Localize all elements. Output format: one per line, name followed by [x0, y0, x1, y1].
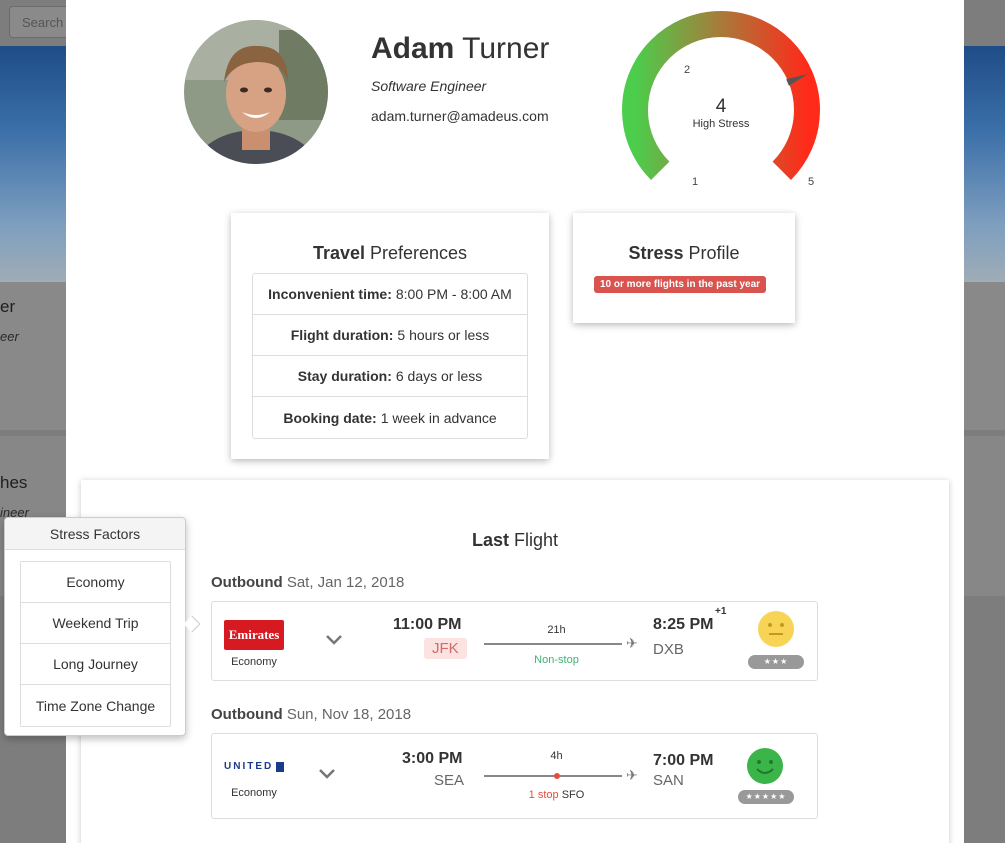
- gauge-value: 4: [715, 96, 727, 117]
- cabin-class: Economy: [231, 656, 277, 668]
- stress-profile-card: Stress Profile 10 or more flights in the…: [573, 213, 795, 323]
- departure-time: 11:00 PM: [393, 616, 462, 633]
- airline-logo: Emirates: [224, 620, 284, 650]
- title-rest: Flight: [514, 530, 559, 550]
- cabin-class: Economy: [231, 787, 277, 799]
- stress-profile-title: Stress Profile: [573, 243, 795, 264]
- plane-icon: ✈: [626, 767, 638, 783]
- stress-factor-item: Long Journey: [21, 644, 170, 685]
- profile-first-name: Adam: [371, 32, 455, 65]
- profile-name: Adam Turner: [371, 32, 549, 66]
- title-bold: Last: [471, 530, 509, 550]
- stress-rating-stars: ★★★★★: [738, 790, 794, 804]
- plane-icon: ✈: [626, 635, 638, 651]
- stress-factor-item: Weekend Trip: [21, 603, 170, 644]
- segment-header: Outbound Sun, Nov 18, 2018: [211, 706, 411, 723]
- preference-value: 1 week in advance: [380, 409, 497, 426]
- stress-factors-list: Economy Weekend Trip Long Journey Time Z…: [20, 561, 171, 727]
- stops-info: 1 stop SFO: [484, 789, 629, 801]
- travel-preferences-card: Travel Preferences Inconvenient time: 8:…: [231, 213, 549, 459]
- arrival-time: 8:25 PM: [653, 616, 714, 633]
- united-globe-icon: [276, 762, 284, 772]
- flight-row[interactable]: UNITED Economy 3:00 PM SEA 4h ✈ 1 stop S…: [211, 733, 818, 819]
- gauge-tick-label: 2: [684, 64, 691, 76]
- stress-gauge: 4 High Stress 1 2 5: [606, 10, 836, 195]
- background-card-title: er: [0, 297, 16, 316]
- arrival-airport: SAN: [653, 772, 684, 789]
- stress-rating-stars: ★★★: [748, 655, 804, 669]
- stop-airport: SFO: [561, 789, 585, 801]
- segment-date: Sat, Jan 12, 2018: [286, 574, 405, 591]
- segment-date: Sun, Nov 18, 2018: [286, 706, 412, 723]
- preference-value: 6 days or less: [395, 368, 483, 384]
- preference-label: Flight duration:: [290, 327, 394, 343]
- flight-duration: 21h: [547, 624, 566, 636]
- flight-path-line: [484, 775, 622, 777]
- segment-direction: Outbound: [211, 706, 283, 723]
- preference-row: Stay duration: 6 days or less: [253, 356, 527, 397]
- traveler-profile-modal: Adam Turner Software Engineer adam.turne…: [66, 0, 964, 843]
- stress-badge: 10 or more flights in the past year: [594, 276, 767, 293]
- preference-value: 8:00 PM - 8:00 AM: [395, 286, 512, 302]
- flight-duration: 4h: [550, 750, 563, 762]
- stop-dot: [554, 773, 560, 779]
- profile-last-name: Turner: [462, 32, 550, 65]
- happy-face-icon: [747, 748, 783, 784]
- arrival-airport: DXB: [653, 641, 684, 658]
- day-offset: +1: [715, 606, 727, 617]
- airline-logo: UNITED: [224, 752, 284, 782]
- travel-preferences-title: Travel Preferences: [231, 243, 549, 264]
- segment-direction: Outbound: [211, 574, 283, 591]
- flight-path-line: [484, 643, 622, 645]
- stress-factor-item: Economy: [21, 562, 170, 603]
- flight-row[interactable]: Emirates Economy 11:00 PM JFK 21h ✈ Non-…: [211, 601, 818, 681]
- background-card-subtitle: eer: [0, 329, 19, 344]
- departure-airport: SEA: [434, 772, 465, 789]
- title-rest: Profile: [688, 243, 740, 263]
- stress-factor-item: Time Zone Change: [35, 697, 156, 714]
- title-rest: Preferences: [370, 243, 468, 263]
- preference-row: Booking date: 1 week in advance: [253, 397, 527, 438]
- segment-header: Outbound Sat, Jan 12, 2018: [211, 574, 404, 591]
- stops-count: 1 stop: [528, 789, 559, 801]
- preference-value: 5 hours or less: [397, 327, 490, 343]
- stops-info: Non-stop: [534, 654, 579, 666]
- avatar-photo: [184, 20, 328, 164]
- preference-label: Booking date:: [283, 409, 377, 426]
- gauge-min-label: 1: [692, 176, 699, 188]
- departure-time: 3:00 PM: [402, 750, 463, 767]
- preference-label: Stay duration:: [297, 368, 392, 384]
- neutral-face-icon: [758, 611, 794, 647]
- title-bold: Travel: [312, 243, 365, 263]
- chevron-down-icon[interactable]: [318, 764, 340, 779]
- stress-factors-popover: Stress Factors Economy Weekend Trip Long…: [4, 517, 201, 736]
- background-card-title: hes: [0, 473, 28, 492]
- profile-job-title: Software Engineer: [371, 78, 487, 94]
- airline-name: UNITED: [224, 761, 274, 772]
- profile-email: adam.turner@amadeus.com: [371, 108, 549, 124]
- chevron-down-icon[interactable]: [325, 630, 347, 645]
- gauge-label: High Stress: [692, 118, 750, 130]
- gauge-max-label: 5: [808, 176, 815, 188]
- last-flight-card: Last Flight Outbound Sat, Jan 12, 2018 E…: [81, 480, 949, 843]
- preference-label: Inconvenient time:: [268, 286, 392, 302]
- popover-title: Stress Factors: [5, 518, 185, 550]
- preferences-list: Inconvenient time: 8:00 PM - 8:00 AM Fli…: [252, 273, 528, 439]
- departure-airport: JFK: [424, 638, 467, 659]
- arrival-time: 7:00 PM: [653, 752, 714, 769]
- last-flight-title: Last Flight: [81, 530, 949, 551]
- preference-row: Inconvenient time: 8:00 PM - 8:00 AM: [253, 274, 527, 315]
- title-bold: Stress: [628, 243, 684, 263]
- preference-row: Flight duration: 5 hours or less: [253, 315, 527, 356]
- avatar: [184, 20, 328, 164]
